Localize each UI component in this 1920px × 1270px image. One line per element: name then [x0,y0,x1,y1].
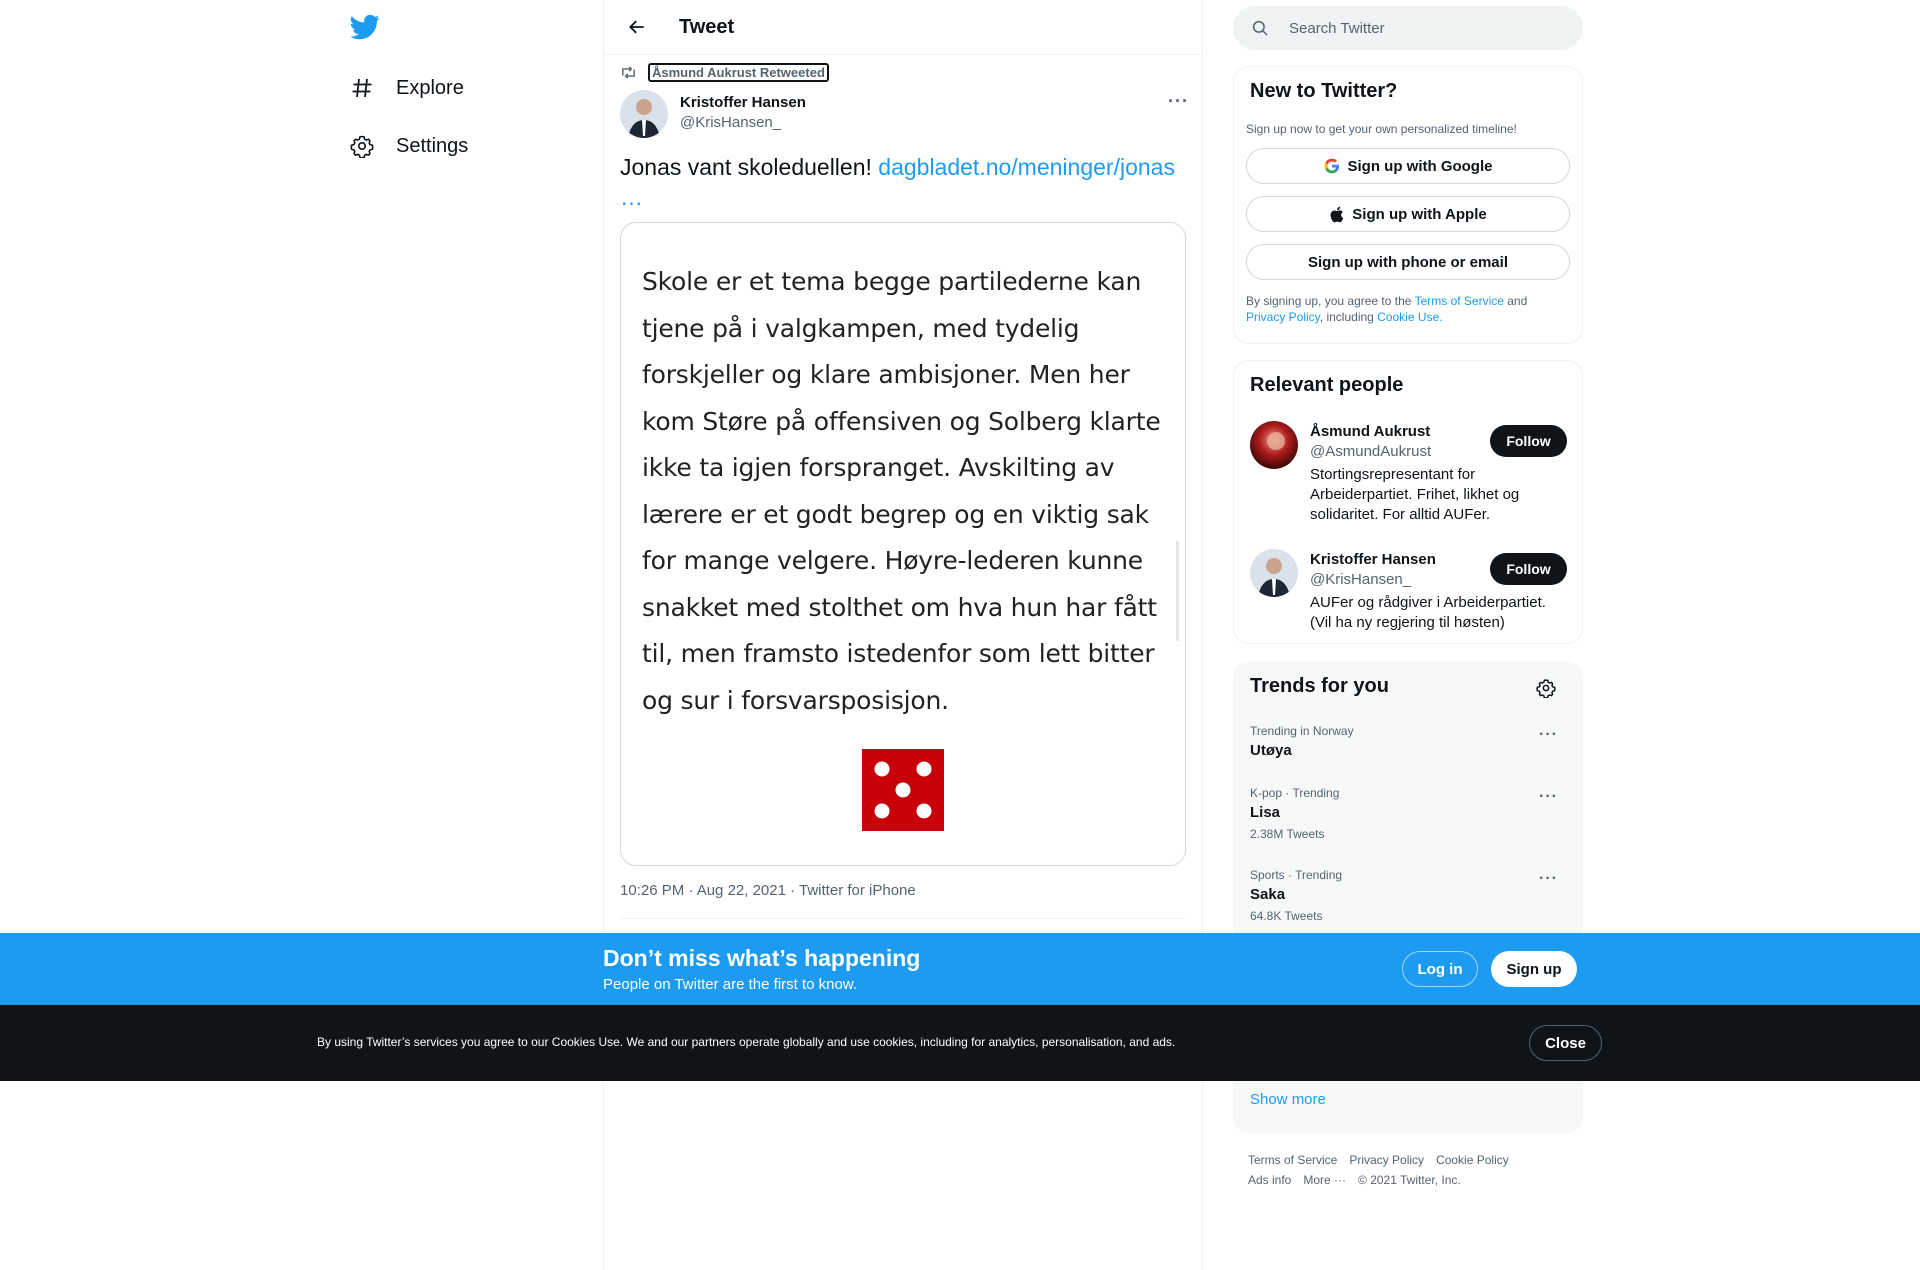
more-icon[interactable]: ··· [1539,788,1558,806]
signup-apple-button[interactable]: Sign up with Apple [1246,196,1570,232]
signup-phone-button[interactable]: Sign up with phone or email [1246,244,1570,280]
search-input[interactable]: Search Twitter [1289,20,1385,37]
trend-name: Utøya [1250,742,1292,759]
trend-item[interactable]: Trending in Norway Utøya ··· [1250,724,1568,759]
legal-text: , including [1319,310,1378,324]
tweet-link[interactable]: dagbladet.no/meninger/jonas [878,154,1175,180]
person-name[interactable]: Åsmund Aukrust [1310,423,1430,440]
close-button[interactable]: Close [1529,1025,1602,1061]
cookie-bar: By using Twitter’s services you agree to… [0,1005,1920,1081]
search-icon [1251,18,1271,38]
trend-context: Sports · Trending [1250,868,1343,882]
login-button[interactable]: Log in [1402,951,1478,987]
trend-item[interactable]: K-pop · Trending Lisa 2.38M Tweets ··· [1250,786,1568,841]
google-icon [1324,158,1340,174]
media-scrollbar [1176,541,1179,641]
signup-button[interactable]: Sign up [1491,951,1577,987]
trend-context: Trending in Norway [1250,724,1354,738]
signup-phone-label: Sign up with phone or email [1307,253,1508,271]
trends-title: Trends for you [1250,675,1389,697]
signup-apple-label: Sign up with Apple [1352,205,1487,223]
legal-text: By signing up, you agree to the [1246,294,1415,308]
trend-name: Saka [1250,886,1286,903]
search-bar[interactable]: Search Twitter [1233,6,1583,50]
retweet-icon [620,64,638,82]
cookie-text: By using Twitter’s services you agree to… [317,1035,1176,1049]
banner-subtext: People on Twitter are the first to know. [603,976,858,993]
footer-ads-link[interactable]: Ads info [1248,1173,1291,1187]
footer-privacy-link[interactable]: Privacy Policy [1349,1153,1424,1167]
footer-links: Terms of Service Privacy Policy Cookie Pol… [1248,1150,1578,1190]
cookie-use-link[interactable]: Cookie Use. [1377,310,1442,324]
signup-legal: By signing up, you agree to the Terms of… [1246,293,1566,325]
main-header: Tweet [604,0,1202,55]
person-name[interactable]: Kristoffer Hansen [1310,551,1436,568]
signup-google-button[interactable]: Sign up with Google [1246,148,1570,184]
gear-icon [342,131,388,161]
tweet-text: Jonas vant skoleduellen! dagbladet.no/me… [620,152,1185,212]
follow-button[interactable]: Follow [1490,553,1567,585]
page-title: Tweet [679,15,735,38]
divider [620,918,1186,919]
signup-subtitle: Sign up now to get your own personalized… [1246,122,1517,136]
twitter-bird-icon[interactable] [350,12,382,44]
person-handle[interactable]: @KrisHansen_ [1310,571,1411,588]
relevant-title: Relevant people [1250,374,1404,396]
nav-item-label: Explore [396,76,464,99]
nav-item-settings[interactable]: Settings [342,121,468,171]
avatar[interactable] [1250,421,1298,469]
tweet-media[interactable]: Skole er et tema begge partilederne kan … [620,222,1186,866]
retweeter-link[interactable]: Åsmund Aukrust Retweeted [648,63,829,82]
gear-icon[interactable] [1536,678,1558,700]
legal-text: and [1503,294,1528,308]
more-icon[interactable]: ··· [1168,92,1189,110]
dice-five-icon [862,749,944,831]
tweet-body: Jonas vant skoleduellen! [620,154,879,180]
banner-headline: Don’t miss what’s happening [603,945,921,971]
footer-terms-link[interactable]: Terms of Service [1248,1153,1337,1167]
signup-title: New to Twitter? [1250,80,1398,102]
person-handle[interactable]: @AsmundAukrust [1310,443,1431,460]
trend-context: K-pop · Trending [1250,786,1340,800]
footer-more-link[interactable]: More ··· [1303,1173,1346,1187]
trend-item[interactable]: Sports · Trending Saka 64.8K Tweets ··· [1250,868,1568,923]
more-icon[interactable]: ··· [1539,870,1558,888]
trend-name: Lisa [1250,804,1281,821]
author-handle[interactable]: @KrisHansen_ [680,113,806,133]
nav-item-label: Settings [396,134,469,157]
footer-cookie-link[interactable]: Cookie Policy [1436,1153,1509,1167]
relevant-people-card: Relevant people Åsmund Aukrust @AsmundAu… [1233,360,1583,644]
privacy-link[interactable]: Privacy Policy [1246,310,1320,324]
arrow-left-icon[interactable] [617,7,657,47]
trend-count: 64.8K Tweets [1250,909,1323,923]
apple-icon [1329,206,1344,223]
avatar[interactable] [1250,549,1298,597]
retweet-context: Åsmund Aukrust Retweeted [620,63,829,82]
signup-banner: Don’t miss what’s happening People on Tw… [0,933,1920,1005]
more-icon[interactable]: ··· [1539,726,1558,744]
person-bio: Stortingsrepresentant for Arbeiderpartie… [1310,466,1520,523]
signup-google-label: Sign up with Google [1347,157,1493,175]
tweet-author[interactable]: Kristoffer Hansen @KrisHansen_ [680,93,806,133]
person-bio: AUFer og rådgiver i Arbeiderpartiet. (Vi… [1310,594,1546,631]
follow-button[interactable]: Follow [1490,425,1567,457]
avatar[interactable] [620,90,668,138]
tweet-meta[interactable]: 10:26 PM · Aug 22, 2021 · Twitter for iP… [620,882,916,899]
signup-card: New to Twitter? Sign up now to get your … [1233,66,1583,344]
hashtag-icon [342,73,388,103]
trend-count: 2.38M Tweets [1250,827,1325,841]
author-name[interactable]: Kristoffer Hansen [680,93,806,113]
media-quote-text: Skole er et tema begge partilederne kan … [642,267,1161,715]
footer-copyright: © 2021 Twitter, Inc. [1358,1173,1461,1187]
tweet-link-ellipsis[interactable]: … [620,184,643,210]
show-more-link[interactable]: Show more [1250,1091,1326,1108]
terms-link[interactable]: Terms of Service [1415,294,1504,308]
nav-item-explore[interactable]: Explore [342,63,464,113]
